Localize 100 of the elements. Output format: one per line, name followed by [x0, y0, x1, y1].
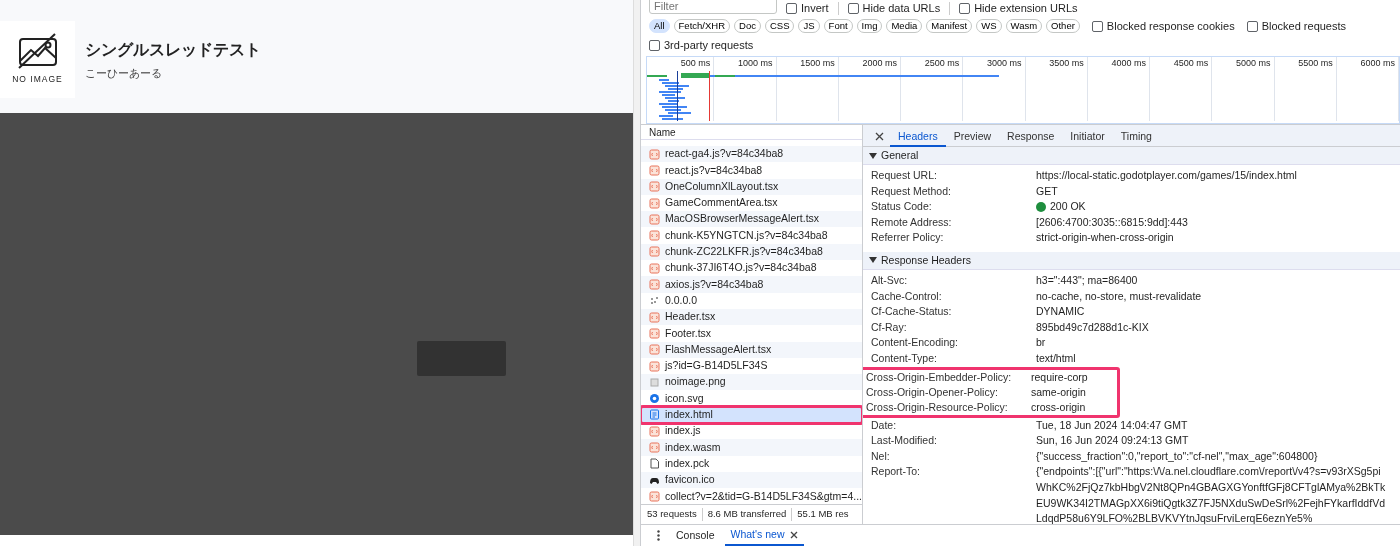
script-icon [649, 148, 660, 160]
game-title: シングルスレッドテスト [85, 39, 261, 60]
filter-chip[interactable]: Other [1046, 19, 1080, 33]
document-icon [649, 409, 660, 421]
filter-chip[interactable]: Manifest [926, 19, 973, 33]
request-row[interactable]: chunk-37JI6T4O.js?v=84c34ba8 [641, 260, 862, 277]
request-row[interactable]: index.wasm [641, 439, 862, 456]
request-row[interactable]: js?id=G-B14D5LF34S [641, 357, 862, 375]
script-icon [649, 213, 660, 225]
request-row[interactable]: 0.0.0.0 [641, 292, 862, 309]
request-name: index.js [665, 423, 701, 439]
header-name: Referrer Policy: [871, 230, 945, 246]
header-name: Cross-Origin-Opener-Policy: [866, 384, 999, 400]
request-row[interactable]: index.html [641, 406, 862, 424]
filter-chip[interactable]: All [649, 19, 670, 33]
checkbox[interactable]: Invert [786, 0, 829, 17]
tick-label: 6000 ms [1336, 57, 1399, 121]
filter-field[interactable]: Filter [649, 0, 777, 14]
triangle-icon [869, 151, 877, 160]
filter-chip[interactable]: Wasm [1005, 19, 1043, 33]
request-name: index.wasm [665, 439, 721, 455]
header-value: GET [1036, 183, 1058, 199]
request-row[interactable]: axios.js?v=84c34ba8 [641, 276, 862, 293]
request-row[interactable]: chunk-ZC22LKFR.js?v=84c34ba8 [641, 243, 862, 261]
request-name: Footer.tsx [665, 325, 712, 341]
request-row[interactable]: favicon.ico [641, 471, 862, 489]
request-name: chunk-37JI6T4O.js?v=84c34ba8 [665, 260, 817, 276]
request-row[interactable]: MacOSBrowserMessageAlert.tsx [641, 211, 862, 228]
checkbox[interactable]: Hide data URLs [847, 0, 941, 17]
summary-text: 53 requests [647, 507, 697, 522]
request-name: 0.0.0.0 [665, 292, 698, 308]
filter-chip[interactable]: JS [798, 19, 820, 33]
request-row[interactable]: noimage.png [641, 374, 862, 391]
drawer-tab[interactable]: What's new [730, 524, 785, 545]
header-name: Request Method: [871, 183, 952, 199]
header-name: Nel: [871, 448, 891, 464]
summary-text: 8.6 MB transferred [707, 507, 787, 522]
request-row[interactable]: index.js [641, 423, 862, 440]
request-row[interactable]: index.pck [641, 455, 862, 472]
script-icon [649, 164, 660, 176]
header-value: no-cache, no-store, must-revalidate [1036, 288, 1202, 304]
request-name: axios.js?v=84c34ba8 [665, 276, 764, 292]
tab[interactable]: Initiator [1062, 124, 1113, 147]
tick-label: 5500 ms [1274, 57, 1337, 121]
section-header[interactable]: General [863, 147, 1400, 165]
tab[interactable]: Preview [945, 124, 1000, 147]
script-icon [649, 425, 660, 437]
header-name: Last-Modified: [871, 433, 938, 449]
tick-label: 4500 ms [1150, 57, 1213, 121]
script-icon [649, 327, 660, 339]
filter-chip[interactable]: Img [856, 19, 883, 33]
header-name: Alt-Svc: [871, 272, 909, 288]
header-value: strict-origin-when-cross-origin [1036, 230, 1174, 246]
header-name: Report-To: [871, 464, 922, 480]
filter-chip[interactable]: Fetch/XHR [673, 19, 731, 33]
summary-text: 55.1 MB res [797, 507, 849, 522]
request-row[interactable]: Header.tsx [641, 308, 862, 326]
request-row[interactable]: react-ga4.js?v=84c34ba8 [641, 146, 862, 163]
checkbox[interactable]: 3rd-party requests [649, 37, 754, 54]
checkbox[interactable]: Blocked requests [1246, 17, 1347, 35]
file-icon [649, 458, 660, 470]
checkbox[interactable]: Hide extension URLs [959, 0, 1078, 17]
section-title: General [881, 147, 919, 163]
request-row[interactable]: chunk-K5YNGTCN.js?v=84c34ba8 [641, 227, 862, 244]
filter-chip[interactable]: Media [886, 19, 923, 33]
script-icon [649, 311, 660, 323]
filter-chip[interactable]: WS [976, 19, 1002, 33]
request-row[interactable]: OneColumnXlLayout.tsx [641, 178, 862, 195]
request-name: MacOSBrowserMessageAlert.tsx [665, 211, 820, 227]
drawer-tab[interactable]: Console [676, 525, 715, 546]
header-name: Cross-Origin-Embedder-Policy: [866, 369, 1013, 385]
filter-chip[interactable]: Doc [734, 19, 761, 33]
triangle-icon [869, 256, 877, 265]
tick-label: 4000 ms [1087, 57, 1150, 121]
header-name: Status Code: [871, 199, 933, 215]
request-name: js?id=G-B14D5LF34S [665, 358, 768, 374]
close-icon[interactable] [790, 530, 799, 539]
request-row[interactable]: GameCommentArea.tsx [641, 194, 862, 212]
filter-chip[interactable]: Font [823, 19, 853, 33]
request-name: FlashMessageAlert.tsx [665, 341, 772, 357]
section-header[interactable]: Response Headers [863, 251, 1400, 270]
script-icon [649, 181, 660, 193]
tab[interactable]: Timing [1112, 124, 1160, 147]
tab[interactable]: Response [999, 124, 1063, 147]
request-row[interactable]: FlashMessageAlert.tsx [641, 341, 862, 358]
header-value: https://local-static.godotplayer.com/games/15/index.html [1036, 168, 1297, 183]
script-icon [649, 490, 660, 502]
author-name: こーひーあーる [85, 65, 163, 81]
request-name: Header.tsx [665, 309, 716, 325]
header-value: same-origin [1031, 384, 1086, 400]
header-value: cross-origin [1031, 399, 1086, 415]
script-icon [649, 442, 660, 453]
request-name: GameCommentArea.tsx [665, 195, 778, 211]
checkbox[interactable]: Blocked response cookies [1091, 17, 1235, 35]
request-row[interactable]: icon.svg [641, 390, 862, 407]
request-name: chunk-ZC22LKFR.js?v=84c34ba8 [665, 244, 823, 260]
request-row[interactable]: Footer.tsx [641, 325, 862, 342]
script-icon [649, 344, 660, 356]
request-row[interactable]: react.js?v=84c34ba8 [641, 162, 862, 179]
filter-chip[interactable]: CSS [764, 19, 795, 33]
